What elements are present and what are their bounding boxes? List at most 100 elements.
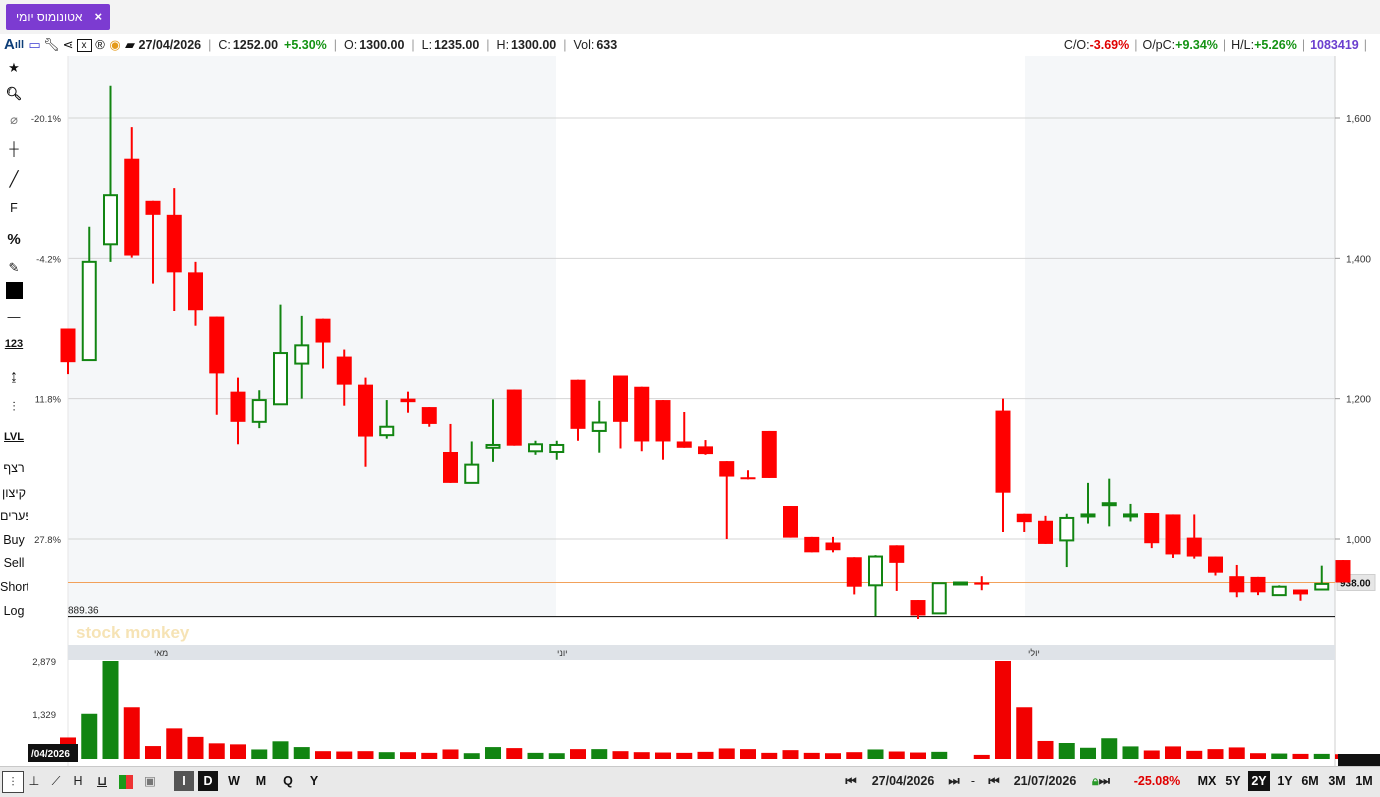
separator: | xyxy=(208,38,212,52)
candle-body xyxy=(613,375,628,422)
volume-bar xyxy=(973,754,990,759)
period-2y-button[interactable]: 2Y xyxy=(1248,771,1270,791)
open-value: 1300.00 xyxy=(359,38,405,52)
share-icon[interactable]: ⋖ xyxy=(62,34,75,56)
candle-body xyxy=(1059,516,1075,542)
excel-icon[interactable]: x xyxy=(76,38,92,52)
candlestick-chart[interactable]: 1,000 1,200 1,400 1,600 27.8% 11.8% -4.2% -20.… xyxy=(28,56,1380,766)
month-label: מאי xyxy=(154,648,168,658)
number-tool[interactable]: 123 xyxy=(0,338,28,350)
buy-button[interactable]: Buy xyxy=(0,533,28,547)
line-tool-icon[interactable]: ╱ xyxy=(0,170,28,188)
short-button[interactable]: Short xyxy=(0,580,30,594)
volume-bar xyxy=(208,743,225,759)
sell-button[interactable]: Sell xyxy=(0,556,28,570)
opc-value: +9.34% xyxy=(1175,38,1218,52)
crosshair-icon[interactable]: ┼ xyxy=(0,141,28,156)
volume-bar xyxy=(931,751,948,759)
yearly-button[interactable]: Y xyxy=(304,771,324,791)
candle-body xyxy=(1123,513,1138,518)
end-date[interactable]: 21/07/2026 xyxy=(1008,771,1082,791)
wrench-icon[interactable]: 🔧︎ xyxy=(43,34,60,56)
start-first-icon[interactable]: ⏮ xyxy=(840,771,862,791)
candle-body xyxy=(825,542,841,551)
line-type-icon[interactable]: ⟋ xyxy=(46,771,66,791)
candle-body xyxy=(1293,589,1308,595)
eraser-icon[interactable]: ⌀ xyxy=(0,112,28,128)
volume-bar xyxy=(633,752,650,759)
search-icon[interactable]: 🔍︎ xyxy=(0,86,28,102)
box-type-icon[interactable]: ⊔ xyxy=(92,771,112,791)
period-1m-button[interactable]: 1M xyxy=(1352,771,1376,791)
chart-area[interactable]: 1,000 1,200 1,400 1,600 27.8% 11.8% -4.2% -20.… xyxy=(28,56,1380,766)
low-label: L: xyxy=(421,38,433,52)
percent-tool[interactable]: % xyxy=(0,231,28,248)
separator: | xyxy=(333,38,338,52)
volume-bar xyxy=(718,748,735,759)
pct-tick-label: 27.8% xyxy=(34,535,61,546)
edit-icon[interactable]: ✎ xyxy=(0,260,28,276)
close-tab-icon[interactable]: × xyxy=(94,4,102,30)
daily-button[interactable]: D xyxy=(198,771,218,791)
ohlc-type-icon[interactable]: ⊥ xyxy=(24,771,44,791)
save-icon[interactable]: ▣ xyxy=(140,771,160,791)
volume-right-box xyxy=(1338,754,1380,766)
hl-label: H/L: xyxy=(1231,38,1255,52)
period-mx-button[interactable]: MX xyxy=(1194,771,1220,791)
bars-icon[interactable]: ⫶ xyxy=(0,399,28,415)
volume-bar xyxy=(421,752,438,759)
comment-icon[interactable]: ▰ xyxy=(124,34,137,56)
period-5y-button[interactable]: 5Y xyxy=(1222,771,1244,791)
candle-body xyxy=(1165,514,1181,555)
candle-body xyxy=(761,430,777,478)
intraday-button[interactable]: I xyxy=(174,771,194,791)
candle-body xyxy=(655,400,671,442)
end-first-icon[interactable]: ⏮ xyxy=(982,771,1006,791)
kitzun-button[interactable]: קיצון xyxy=(0,486,28,500)
color-bars-icon[interactable] xyxy=(116,771,136,791)
monthly-button[interactable]: M xyxy=(251,771,271,791)
separator: | xyxy=(563,38,567,52)
volume-bar xyxy=(400,752,416,759)
start-next-icon[interactable]: ⏭ xyxy=(942,771,966,791)
heikin-ashi-button[interactable]: H xyxy=(68,771,88,791)
date-dash: - xyxy=(970,774,976,788)
fibonacci-tool[interactable]: F xyxy=(0,201,28,215)
star-icon[interactable]: ★ xyxy=(0,60,28,76)
low-value: 1235.00 xyxy=(434,38,480,52)
registered-icon[interactable]: ® xyxy=(94,34,107,56)
period-3m-button[interactable]: 3M xyxy=(1324,771,1350,791)
volume-bar xyxy=(357,751,374,759)
start-date[interactable]: 27/04/2026 xyxy=(866,771,940,791)
window-icon[interactable]: ▭ xyxy=(28,34,41,56)
period-6m-button[interactable]: 6M xyxy=(1298,771,1322,791)
pearim-button[interactable]: פערים xyxy=(0,509,33,523)
candle-body xyxy=(931,582,947,615)
info-date: 27/04/2026 xyxy=(138,38,202,52)
volume-bar xyxy=(761,752,778,759)
quarterly-button[interactable]: Q xyxy=(278,771,298,791)
period-1y-button[interactable]: 1Y xyxy=(1274,771,1296,791)
volume-bar xyxy=(1271,753,1288,759)
candle-body xyxy=(209,316,225,374)
chart-tab[interactable]: אטונומוס יומי × xyxy=(6,4,111,30)
candle-type-icon[interactable]: ⫶ xyxy=(2,771,24,793)
log-button[interactable]: Log xyxy=(0,604,28,618)
volume-bar xyxy=(251,749,268,759)
candle-body xyxy=(166,214,182,273)
target-icon[interactable]: ◉ xyxy=(109,34,122,56)
candle-body xyxy=(485,443,501,449)
lock-next-icon[interactable]: 🔒︎⏭ xyxy=(1082,771,1120,791)
volume-bar xyxy=(825,753,841,759)
vertical-measure-icon[interactable]: ↨ xyxy=(0,368,28,386)
candle-body xyxy=(1335,560,1351,583)
rezef-button[interactable]: רצף xyxy=(0,461,28,475)
weekly-button[interactable]: W xyxy=(224,771,244,791)
line-width-icon[interactable]: — xyxy=(0,309,28,324)
volume-bar xyxy=(612,751,629,759)
color-picker[interactable] xyxy=(0,282,28,300)
co-label: C/O: xyxy=(1063,38,1090,52)
level-tool[interactable]: LVL xyxy=(0,431,28,443)
month-label: יולי xyxy=(1028,648,1040,658)
tab-label: אטונומוס יומי xyxy=(16,10,83,24)
